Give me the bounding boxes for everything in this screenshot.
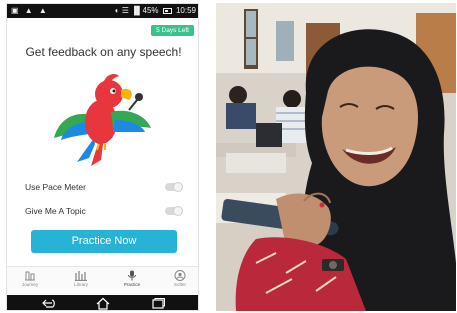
profile-icon — [174, 270, 186, 281]
back-icon[interactable] — [41, 297, 57, 310]
page-headline: Get feedback on any speech! — [25, 45, 182, 59]
status-time: 10:59 — [175, 6, 196, 15]
toggle-knob — [173, 206, 183, 216]
library-icon — [75, 271, 87, 281]
phone-screen: ▣ ▲ ▲ ◐ ☰ ▐▌45% 10:59 5 Days Left Get fe… — [6, 3, 199, 311]
pace-meter-toggle[interactable] — [165, 182, 183, 192]
tab-label: Journey — [21, 282, 38, 287]
practice-now-button[interactable]: Practice Now — [31, 230, 177, 253]
tab-label: Practice — [123, 282, 141, 287]
screenshot-canvas: ▣ ▲ ▲ ◐ ☰ ▐▌45% 10:59 5 Days Left Get fe… — [0, 0, 457, 313]
give-topic-label: Give Me A Topic — [25, 206, 86, 216]
home-icon[interactable] — [95, 297, 111, 310]
topic-setting-row: Give Me A Topic — [25, 204, 183, 218]
tab-practice[interactable]: Practice — [113, 270, 151, 294]
status-notification-icons: ▣ ▲ ▲ — [11, 6, 49, 15]
parrot-mascot-icon — [54, 73, 151, 166]
tab-label: Softer — [173, 282, 186, 287]
give-topic-toggle[interactable] — [165, 206, 183, 216]
android-nav-bar — [7, 295, 198, 310]
tab-label: Library — [74, 282, 88, 287]
recent-apps-icon[interactable] — [150, 297, 166, 310]
student-photo — [216, 3, 456, 311]
microphone-icon — [128, 270, 136, 281]
tab-softer[interactable]: Softer — [161, 270, 198, 294]
status-right: ◐ ☰ ▐▌45% 10:59 — [115, 4, 196, 18]
status-bar: ▣ ▲ ▲ ◐ ☰ ▐▌45% 10:59 — [7, 4, 198, 18]
status-indicators: ◐ ☰ ▐▌45% — [114, 6, 159, 15]
journey-icon — [25, 271, 35, 281]
battery-icon — [162, 7, 172, 14]
trial-days-badge: 5 Days Left — [151, 25, 194, 36]
tab-journey[interactable]: Journey — [11, 270, 49, 294]
pace-meter-label: Use Pace Meter — [25, 182, 86, 192]
tab-library[interactable]: Library — [62, 270, 100, 294]
pace-meter-setting-row: Use Pace Meter — [25, 180, 183, 194]
bottom-tab-bar: Journey Library Practice Softer — [7, 266, 198, 294]
toggle-knob — [173, 182, 183, 192]
